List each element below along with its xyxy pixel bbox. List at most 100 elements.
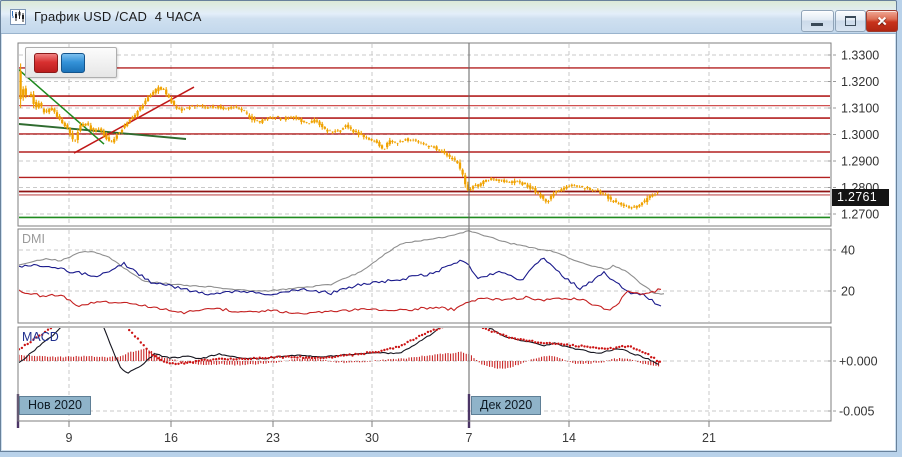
macd-signal-dot xyxy=(569,345,571,347)
minimize-button[interactable] xyxy=(801,10,834,32)
macd-signal-dot xyxy=(137,337,139,339)
macd-signal-dot xyxy=(169,362,171,364)
panel-border xyxy=(18,327,831,421)
macd-signal-dot xyxy=(192,361,194,363)
macd-signal-dot xyxy=(511,337,513,339)
macd-signal-dot xyxy=(177,363,179,365)
macd-signal-dot xyxy=(409,339,411,341)
price-axis-label: 1.2700 xyxy=(841,208,879,222)
macd-signal-dot xyxy=(259,357,261,359)
macd-signal-dot xyxy=(499,333,501,335)
macd-signal-dot xyxy=(157,357,159,359)
time-axis-label: 7 xyxy=(466,431,473,445)
macd-signal-dot xyxy=(612,348,614,350)
macd-signal-dot xyxy=(412,339,414,341)
macd-signal-dot xyxy=(328,356,330,358)
macd-signal-dot xyxy=(485,328,487,330)
price-axis-label: 1.3100 xyxy=(841,102,879,116)
macd-signal-dot xyxy=(241,358,243,360)
macd-signal-dot xyxy=(549,342,551,344)
time-axis-label: 9 xyxy=(66,431,73,445)
macd-axis-label: +0.000 xyxy=(839,355,878,369)
macd-signal-dot xyxy=(256,357,258,359)
red-marker-button[interactable] xyxy=(34,53,58,73)
macd-signal-dot xyxy=(638,349,640,351)
dmi-line-plus_di xyxy=(19,258,661,306)
macd-signal-dot xyxy=(572,344,574,346)
macd-signal-dot xyxy=(578,345,580,347)
macd-signal-dot xyxy=(189,361,191,363)
blue-marker-button[interactable] xyxy=(61,53,85,73)
title-bar[interactable]: График USD /CAD 4 ЧАСА xyxy=(1,1,896,34)
macd-signal-dot xyxy=(560,343,562,345)
chart-window: 1.33001.32001.31001.30001.29001.28001.27… xyxy=(0,0,897,452)
close-icon xyxy=(876,15,888,27)
dmi-axis-label: 40 xyxy=(841,244,855,258)
macd-signal-dot xyxy=(386,348,388,350)
close-button[interactable] xyxy=(866,10,898,32)
minimize-icon xyxy=(811,23,823,26)
macd-label: MACD xyxy=(22,330,59,344)
macd-signal-dot xyxy=(580,344,582,346)
macd-signal-dot xyxy=(250,358,252,360)
macd-signal-dot xyxy=(404,343,406,345)
macd-signal-dot xyxy=(305,356,307,358)
macd-axis-label: -0.005 xyxy=(839,405,874,419)
macd-signal-dot xyxy=(314,357,316,359)
macd-signal-dot xyxy=(351,354,353,356)
maximize-button[interactable] xyxy=(835,10,866,32)
macd-signal-dot xyxy=(288,355,290,357)
macd-signal-dot xyxy=(61,319,63,321)
macd-signal-dot xyxy=(377,351,379,353)
macd-signal-dot xyxy=(546,342,548,344)
macd-signal-dot xyxy=(566,343,568,345)
macd-signal-dot xyxy=(79,311,81,313)
macd-signal-dot xyxy=(227,358,229,360)
macd-signal-dot xyxy=(493,330,495,332)
macd-signal-dot xyxy=(520,338,522,340)
macd-signal-dot xyxy=(163,360,165,362)
macd-signal-dot xyxy=(502,334,504,336)
macd-signal-dot xyxy=(343,354,345,356)
macd-signal-dot xyxy=(636,348,638,350)
macd-signal-dot xyxy=(525,340,527,342)
macd-signal-dot xyxy=(406,341,408,343)
macd-signal-dot xyxy=(369,351,371,353)
macd-signal-dot xyxy=(186,362,188,364)
chart-plot-area[interactable]: 1.33001.32001.31001.30001.29001.28001.27… xyxy=(1,1,896,451)
macd-signal-dot xyxy=(462,322,464,324)
macd-signal-dot xyxy=(70,314,72,316)
macd-signal-dot xyxy=(93,307,95,309)
macd-signal-dot xyxy=(534,341,536,343)
dmi-label: DMI xyxy=(22,232,45,246)
macd-signal-dot xyxy=(598,347,600,349)
macd-signal-dot xyxy=(601,347,603,349)
macd-signal-dot xyxy=(380,350,382,352)
macd-signal-dot xyxy=(482,327,484,329)
month-label-dec: Дек 2020 xyxy=(471,396,541,415)
macd-signal-dot xyxy=(592,346,594,348)
macd-signal-dot xyxy=(244,358,246,360)
macd-signal-dot xyxy=(160,359,162,361)
macd-signal-dot xyxy=(99,309,101,311)
macd-signal-dot xyxy=(82,310,84,312)
macd-signal-dot xyxy=(604,348,606,350)
macd-signal-dot xyxy=(522,339,524,341)
macd-signal-dot xyxy=(557,343,559,345)
marker-toolbar xyxy=(25,47,117,78)
macd-signal-dot xyxy=(453,323,455,325)
macd-signal-dot xyxy=(299,355,301,357)
macd-signal-dot xyxy=(64,318,66,320)
macd-signal-dot xyxy=(633,347,635,349)
macd-signal-dot xyxy=(235,358,237,360)
macd-signal-dot xyxy=(543,342,545,344)
macd-signal-dot xyxy=(653,357,655,359)
macd-signal-dot xyxy=(87,307,89,309)
macd-signal-dot xyxy=(398,346,400,348)
macd-signal-dot xyxy=(508,337,510,339)
macd-signal-dot xyxy=(624,346,626,348)
macd-signal-dot xyxy=(276,356,278,358)
macd-signal-dot xyxy=(340,354,342,356)
macd-signal-dot xyxy=(554,343,556,345)
dmi-line-adx xyxy=(19,231,664,295)
